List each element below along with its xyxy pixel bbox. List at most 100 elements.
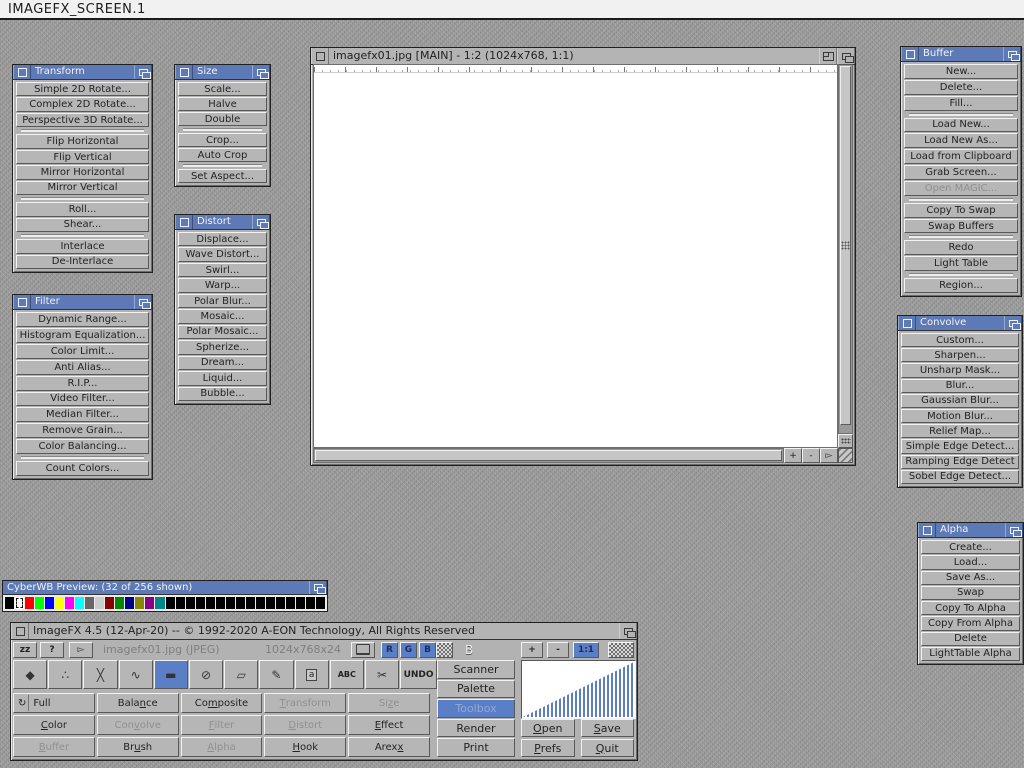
effect-button[interactable]: Effect [348, 715, 430, 735]
flip-horizontal-button[interactable]: Flip Horizontal [16, 134, 149, 148]
spherize-button[interactable]: Spherize... [178, 340, 267, 354]
close-icon[interactable] [918, 523, 936, 537]
save-button[interactable]: Save [581, 719, 635, 737]
polar-mosaic-button[interactable]: Polar Mosaic... [178, 325, 267, 339]
airbrush-tool[interactable]: ∴ [48, 660, 82, 689]
depth-icon[interactable] [252, 65, 270, 79]
interlace-button[interactable]: Interlace [16, 239, 149, 253]
palette-swatch[interactable] [276, 597, 285, 609]
palette-swatch[interactable] [206, 597, 215, 609]
load-button[interactable]: Load... [921, 555, 1020, 569]
color-button[interactable]: Color [13, 715, 95, 735]
view-zoom-out-button[interactable]: - [547, 642, 569, 658]
depth-icon[interactable] [1003, 47, 1021, 61]
view-zoom-in-button[interactable]: + [521, 642, 543, 658]
palette-swatch[interactable] [35, 597, 44, 609]
roll-button[interactable]: Roll... [16, 202, 149, 216]
freehand-tool[interactable]: ✎ [259, 660, 293, 689]
palette-swatch[interactable] [5, 597, 14, 609]
displace-button[interactable]: Displace... [178, 232, 267, 246]
motion-blur-button[interactable]: Motion Blur... [901, 409, 1019, 423]
zoom-gadget-icon[interactable] [819, 48, 837, 64]
palette-swatch[interactable] [216, 597, 225, 609]
palette-swatch[interactable] [105, 597, 114, 609]
simple-2d-rotate-button[interactable]: Simple 2D Rotate... [16, 82, 149, 96]
crop-button[interactable]: Crop... [178, 133, 267, 147]
warp-button[interactable]: Warp... [178, 278, 267, 292]
red-channel-toggle[interactable]: R [381, 642, 398, 658]
redo-button[interactable]: Redo [904, 240, 1018, 255]
palette-swatch[interactable] [125, 597, 134, 609]
unsharp-mask-button[interactable]: Unsharp Mask... [901, 363, 1019, 377]
quit-button[interactable]: Quit [581, 739, 635, 757]
help-button[interactable]: ? [40, 642, 64, 658]
scale-button[interactable]: Scale... [178, 82, 267, 96]
run-button[interactable]: ▻ [69, 642, 93, 658]
bubble-button[interactable]: Bubble... [178, 387, 267, 401]
close-icon[interactable] [901, 47, 919, 61]
close-icon[interactable] [175, 65, 193, 79]
complex-2d-rotate-button[interactable]: Complex 2D Rotate... [16, 97, 149, 111]
pan-button[interactable]: ▻ [820, 448, 838, 463]
palette-swatch[interactable] [155, 597, 164, 609]
median-filter-button[interactable]: Median Filter... [16, 407, 149, 422]
palette-swatch[interactable] [145, 597, 154, 609]
liquid-button[interactable]: Liquid... [178, 371, 267, 385]
depth-icon[interactable] [134, 295, 152, 309]
prefs-button[interactable]: Prefs [521, 739, 575, 757]
double-button[interactable]: Double [178, 112, 267, 126]
text-tool[interactable]: ABC [330, 660, 364, 689]
palette-swatch[interactable] [246, 597, 255, 609]
close-icon[interactable] [898, 316, 916, 330]
line-tool[interactable]: ╳ [83, 660, 117, 689]
depth-icon[interactable] [309, 581, 327, 594]
palette-swatch[interactable] [226, 597, 235, 609]
swap-buffers-button[interactable]: Swap Buffers [904, 219, 1018, 234]
scanner-button[interactable]: Scanner [437, 660, 515, 679]
green-channel-toggle[interactable]: G [400, 642, 417, 658]
ramping-edge-detect-button[interactable]: Ramping Edge Detect [901, 455, 1019, 469]
copy-to-alpha-button[interactable]: Copy To Alpha [921, 601, 1020, 615]
close-icon[interactable] [11, 623, 29, 639]
delete-button[interactable]: Delete... [904, 80, 1018, 95]
anti-alias-button[interactable]: Anti Alias... [16, 360, 149, 375]
lighttable-alpha-button[interactable]: LightTable Alpha [921, 647, 1020, 661]
load-new-as-button[interactable]: Load New As... [904, 133, 1018, 148]
toolbar-titlebar[interactable]: ImageFX 4.5 (12-Apr-20) -- © 1992-2020 A… [11, 623, 637, 640]
palette-swatch[interactable] [85, 597, 94, 609]
close-icon[interactable] [311, 48, 329, 64]
zoom-ratio-button[interactable]: 1:1 [573, 642, 599, 658]
box-tool[interactable]: ▬ [154, 660, 188, 689]
hook-button[interactable]: Hook [264, 737, 346, 757]
palette-swatch[interactable] [55, 597, 64, 609]
grab-screen-button[interactable]: Grab Screen... [904, 165, 1018, 180]
palette-swatch[interactable] [115, 597, 124, 609]
dither-toggle[interactable] [436, 642, 453, 658]
perspective-3d-rotate-button[interactable]: Perspective 3D Rotate... [16, 113, 149, 127]
resize-corner[interactable] [838, 448, 853, 463]
arexx-button[interactable]: Arexx [348, 737, 430, 757]
palette-swatch[interactable] [45, 597, 54, 609]
palette-titlebar[interactable]: CyberWB Preview: (32 of 256 shown) [3, 581, 327, 595]
relief-map-button[interactable]: Relief Map... [901, 424, 1019, 438]
magnifier-pattern-button[interactable] [608, 642, 634, 658]
rip-button[interactable]: R.I.P... [16, 376, 149, 391]
fill-tool[interactable]: a [295, 660, 329, 689]
toolbox-button[interactable]: Toolbox [437, 699, 515, 718]
filter-titlebar[interactable]: Filter [13, 295, 152, 310]
zoom-out-button[interactable]: - [802, 448, 820, 463]
full-view-button[interactable]: ↻ Full [13, 693, 95, 713]
print-button[interactable]: Print [437, 738, 515, 757]
blue-channel-toggle[interactable]: B [419, 642, 436, 658]
swirl-button[interactable]: Swirl... [178, 263, 267, 277]
copy-from-alpha-button[interactable]: Copy From Alpha [921, 616, 1020, 630]
set-aspect-button[interactable]: Set Aspect... [178, 169, 267, 183]
composite-button[interactable]: Composite [181, 693, 263, 713]
region-button[interactable]: Region... [904, 278, 1018, 293]
depth-icon[interactable] [837, 48, 855, 64]
close-icon[interactable] [13, 65, 31, 79]
light-table-button[interactable]: Light Table [904, 256, 1018, 271]
open-button[interactable]: Open [521, 719, 575, 737]
image-canvas[interactable] [313, 64, 838, 448]
alpha-delete-button[interactable]: Delete [921, 632, 1020, 646]
